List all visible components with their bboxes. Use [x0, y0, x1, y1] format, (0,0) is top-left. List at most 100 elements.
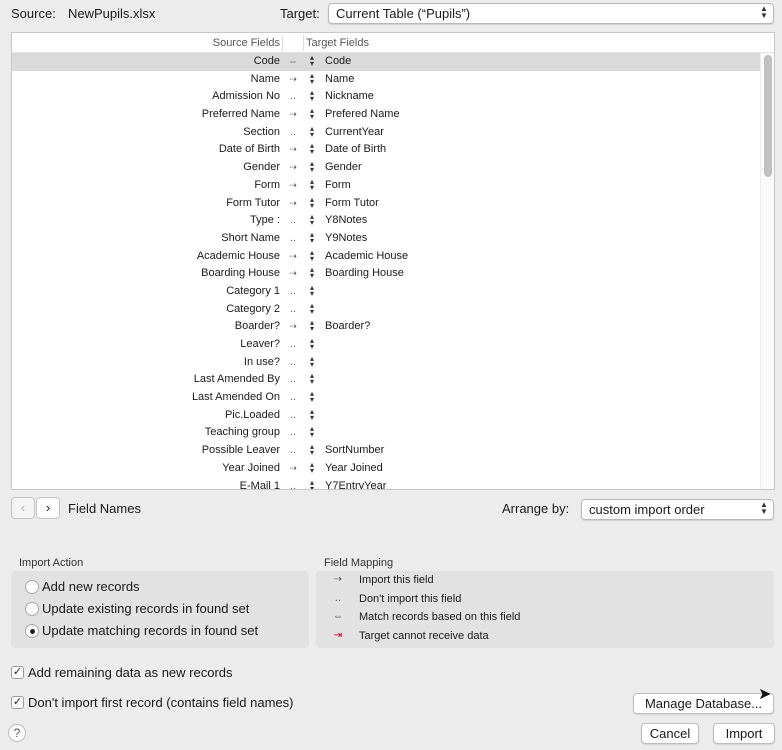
reorder-arrows-icon[interactable]: ▴ ▾	[308, 424, 316, 439]
dont-import-icon[interactable]: ‥	[284, 230, 302, 248]
reorder-arrows-icon[interactable]: ▴ ▾	[308, 265, 316, 280]
import-button[interactable]: Import	[713, 723, 775, 744]
match-arrow-icon[interactable]: ⇔	[284, 53, 302, 71]
table-row[interactable]: Last Amended On ‥ ▴ ▾	[12, 389, 762, 407]
table-row[interactable]: Type : ‥ ▴ ▾ Y8Notes	[12, 212, 762, 230]
target-field[interactable]: SortNumber	[325, 442, 384, 460]
vertical-scrollbar[interactable]	[760, 53, 774, 489]
table-row[interactable]: Date of Birth ⇢ ▴ ▾ Date of Birth	[12, 141, 762, 159]
import-action-option-label[interactable]: Add new records	[42, 579, 140, 594]
dont-import-icon[interactable]: ‥	[284, 283, 302, 301]
table-row[interactable]: Teaching group ‥ ▴ ▾	[12, 424, 762, 442]
reorder-arrows-icon[interactable]: ▴ ▾	[308, 460, 316, 475]
reorder-arrows-icon[interactable]: ▴ ▾	[308, 53, 316, 68]
table-row[interactable]: Short Name ‥ ▴ ▾ Y9Notes	[12, 230, 762, 248]
import-action-radio[interactable]	[25, 624, 39, 638]
dont-import-icon[interactable]: ‥	[284, 407, 302, 425]
table-row[interactable]: Year Joined ⇢ ▴ ▾ Year Joined	[12, 460, 762, 478]
target-field[interactable]: Gender	[325, 159, 362, 177]
import-arrow-icon[interactable]: ⇢	[284, 106, 302, 124]
target-field[interactable]: Boarding House	[325, 265, 404, 283]
add-remaining-label[interactable]: Add remaining data as new records	[28, 665, 233, 680]
table-row[interactable]: Pic.Loaded ‥ ▴ ▾	[12, 407, 762, 425]
target-field[interactable]: Form Tutor	[325, 195, 379, 213]
import-arrow-icon[interactable]: ⇢	[284, 460, 302, 478]
table-row[interactable]: E-Mail 1 ‥ ▴ ▾ Y7EntryYear	[12, 478, 762, 490]
import-action-option-label[interactable]: Update matching records in found set	[42, 623, 258, 638]
next-record-button[interactable]: ›	[36, 497, 60, 519]
reorder-arrows-icon[interactable]: ▴ ▾	[308, 71, 316, 86]
dont-import-icon[interactable]: ‥	[284, 88, 302, 106]
table-row[interactable]: Category 2 ‥ ▴ ▾	[12, 301, 762, 319]
dont-import-icon[interactable]: ‥	[284, 424, 302, 442]
table-row[interactable]: Section ‥ ▴ ▾ CurrentYear	[12, 124, 762, 142]
dont-import-icon[interactable]: ‥	[284, 478, 302, 490]
reorder-arrows-icon[interactable]: ▴ ▾	[308, 195, 316, 210]
arrange-by-select[interactable]: custom import order ▲ ▼	[581, 499, 774, 520]
table-row[interactable]: In use? ‥ ▴ ▾	[12, 354, 762, 372]
table-row[interactable]: Leaver? ‥ ▴ ▾	[12, 336, 762, 354]
help-button[interactable]: ?	[8, 724, 26, 742]
reorder-arrows-icon[interactable]: ▴ ▾	[308, 141, 316, 156]
target-field[interactable]: Year Joined	[325, 460, 383, 478]
target-field[interactable]: Prefered Name	[325, 106, 400, 124]
target-field[interactable]: Form	[325, 177, 351, 195]
reorder-arrows-icon[interactable]: ▴ ▾	[308, 407, 316, 422]
field-mapping-table[interactable]: Source Fields Target Fields Code ⇔ ▴ ▾ Code N…	[11, 32, 775, 490]
table-row[interactable]: Preferred Name ⇢ ▴ ▾ Prefered Name	[12, 106, 762, 124]
dont-import-icon[interactable]: ‥	[284, 301, 302, 319]
target-field[interactable]: Date of Birth	[325, 141, 386, 159]
reorder-arrows-icon[interactable]: ▴ ▾	[308, 354, 316, 369]
dont-import-icon[interactable]: ‥	[284, 442, 302, 460]
table-row[interactable]: Academic House ⇢ ▴ ▾ Academic House	[12, 248, 762, 266]
reorder-arrows-icon[interactable]: ▴ ▾	[308, 442, 316, 457]
import-arrow-icon[interactable]: ⇢	[284, 177, 302, 195]
dont-import-icon[interactable]: ‥	[284, 124, 302, 142]
reorder-arrows-icon[interactable]: ▴ ▾	[308, 301, 316, 316]
dont-import-icon[interactable]: ‥	[284, 354, 302, 372]
target-table-select[interactable]: Current Table (“Pupils”) ▲ ▼	[328, 3, 774, 24]
import-action-radio[interactable]	[25, 602, 39, 616]
import-arrow-icon[interactable]: ⇢	[284, 318, 302, 336]
add-remaining-checkbox[interactable]: ✓	[11, 666, 24, 679]
table-row[interactable]: Last Amended By ‥ ▴ ▾	[12, 371, 762, 389]
dont-import-icon[interactable]: ‥	[284, 336, 302, 354]
dont-import-icon[interactable]: ‥	[284, 389, 302, 407]
reorder-arrows-icon[interactable]: ▴ ▾	[308, 248, 316, 263]
reorder-arrows-icon[interactable]: ▴ ▾	[308, 177, 316, 192]
target-field[interactable]: Nickname	[325, 88, 374, 106]
reorder-arrows-icon[interactable]: ▴ ▾	[308, 159, 316, 174]
import-arrow-icon[interactable]: ⇢	[284, 159, 302, 177]
cancel-button[interactable]: Cancel	[641, 723, 699, 744]
target-field[interactable]: Y9Notes	[325, 230, 367, 248]
dont-import-first-label[interactable]: Don't import first record (contains fiel…	[28, 695, 293, 710]
target-field[interactable]: Boarder?	[325, 318, 370, 336]
import-arrow-icon[interactable]: ⇢	[284, 71, 302, 89]
table-row[interactable]: Form Tutor ⇢ ▴ ▾ Form Tutor	[12, 195, 762, 213]
reorder-arrows-icon[interactable]: ▴ ▾	[308, 478, 316, 489]
target-field[interactable]: CurrentYear	[325, 124, 384, 142]
table-row[interactable]: Boarding House ⇢ ▴ ▾ Boarding House	[12, 265, 762, 283]
table-row[interactable]: Form ⇢ ▴ ▾ Form	[12, 177, 762, 195]
scrollbar-thumb[interactable]	[764, 55, 772, 177]
import-arrow-icon[interactable]: ⇢	[284, 265, 302, 283]
reorder-arrows-icon[interactable]: ▴ ▾	[308, 389, 316, 404]
import-action-radio[interactable]	[25, 580, 39, 594]
table-row[interactable]: Category 1 ‥ ▴ ▾	[12, 283, 762, 301]
source-fields-header[interactable]: Source Fields	[213, 37, 280, 49]
table-row[interactable]: Code ⇔ ▴ ▾ Code	[12, 53, 762, 71]
import-arrow-icon[interactable]: ⇢	[284, 141, 302, 159]
dont-import-icon[interactable]: ‥	[284, 371, 302, 389]
reorder-arrows-icon[interactable]: ▴ ▾	[308, 318, 316, 333]
reorder-arrows-icon[interactable]: ▴ ▾	[308, 88, 316, 103]
table-row[interactable]: Boarder? ⇢ ▴ ▾ Boarder?	[12, 318, 762, 336]
previous-record-button[interactable]: ‹	[11, 497, 35, 519]
reorder-arrows-icon[interactable]: ▴ ▾	[308, 283, 316, 298]
target-field[interactable]: Y7EntryYear	[325, 478, 386, 490]
dont-import-icon[interactable]: ‥	[284, 212, 302, 230]
table-row[interactable]: Gender ⇢ ▴ ▾ Gender	[12, 159, 762, 177]
target-field[interactable]: Code	[325, 53, 351, 71]
target-field[interactable]: Academic House	[325, 248, 408, 266]
reorder-arrows-icon[interactable]: ▴ ▾	[308, 371, 316, 386]
dont-import-first-checkbox[interactable]: ✓	[11, 696, 24, 709]
